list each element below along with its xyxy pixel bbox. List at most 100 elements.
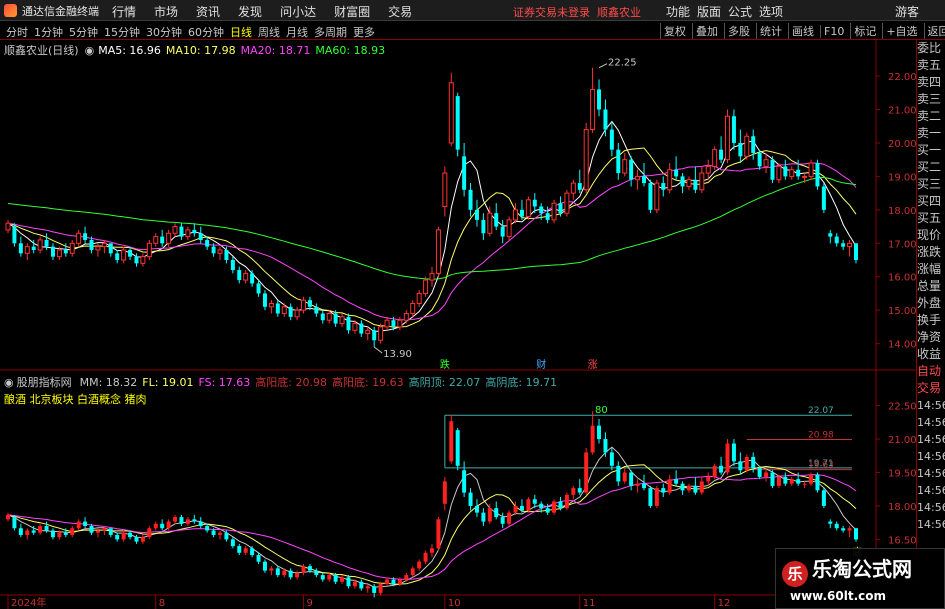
candle-body [288, 306, 293, 317]
candle-body [384, 319, 390, 328]
indicator-bar [185, 519, 190, 524]
quote-field-label: 委比 [917, 41, 942, 55]
quote-field-label: 买四 [917, 194, 942, 208]
menu-item[interactable]: 市场 [154, 5, 178, 19]
candle-body [31, 246, 36, 250]
quote-field-label: 换手 [917, 313, 942, 327]
legend-toggle-icon[interactable]: ◉ [4, 376, 14, 389]
quote-field-label: 14:56 [917, 518, 945, 531]
indicator-bar [558, 501, 563, 509]
period-tab[interactable]: 更多 [353, 26, 375, 39]
indicator-bar [834, 523, 839, 529]
indicator-bar [50, 530, 55, 538]
menu-item[interactable]: 财富圈 [334, 5, 370, 19]
candle-body [262, 293, 267, 307]
toolbar-button[interactable]: 统计 [756, 23, 785, 39]
indicator-signal: 80 [595, 405, 608, 416]
y-tick-label: 18.00 [888, 206, 916, 217]
ma-line-ma60 [7, 176, 857, 280]
period-tab[interactable]: 日线 [230, 26, 252, 39]
indicator-bar [44, 526, 49, 531]
indicator-bar [552, 501, 557, 513]
candle-body [237, 270, 242, 281]
period-tab[interactable]: 1分钟 [34, 26, 63, 39]
candle-body [76, 232, 82, 244]
candle-body [738, 142, 743, 157]
indicator-bar [815, 474, 820, 491]
toolbar-button[interactable]: +自选 [882, 23, 920, 39]
candle-body [134, 256, 139, 264]
candle-body [577, 183, 582, 190]
candle-body [89, 239, 94, 250]
candle-body [525, 199, 531, 218]
right-menu-item[interactable]: 选项 [759, 5, 783, 19]
login-notice-text[interactable]: 证券交易未登录 [513, 6, 590, 19]
candle-body [680, 176, 685, 187]
event-marker[interactable]: 跌 [440, 358, 450, 371]
toolbar-button[interactable]: 返回 [923, 23, 945, 39]
period-tab[interactable]: 5分钟 [69, 26, 98, 39]
event-marker[interactable]: 财 [536, 358, 546, 371]
period-tab[interactable]: 月线 [286, 26, 308, 39]
candle-body [462, 156, 467, 190]
candle-body [56, 249, 62, 258]
guest-user[interactable]: 游客 [895, 3, 919, 20]
candle-body [359, 323, 364, 334]
indicator-bar [847, 528, 852, 531]
candle-body [410, 302, 416, 315]
main-menu: 行情 市场 资讯 发现 问小达 财富圈 交易 [112, 3, 430, 20]
indicator-bar [468, 492, 473, 506]
period-tab[interactable]: 30分钟 [146, 26, 182, 39]
indicator-bar [430, 548, 434, 553]
candle-body [725, 115, 731, 161]
period-tab[interactable]: 60分钟 [188, 26, 224, 39]
indicator-bar [571, 488, 576, 495]
candle-body [603, 109, 608, 130]
kline-chart[interactable]: 14.00 15.00 16.00 17.00 18.00 19.00 20.00 21.00… [0, 40, 916, 609]
right-menu-item[interactable]: 版面 [697, 5, 721, 19]
toolbar-button[interactable]: 多股 [724, 23, 753, 39]
menu-item[interactable]: 发现 [238, 5, 262, 19]
toolbar-button[interactable]: 画线 [788, 23, 817, 39]
quote-field-label: 总量 [917, 279, 942, 293]
period-tab[interactable]: 15分钟 [104, 26, 140, 39]
login-notice[interactable]: 证券交易未登录 顺鑫农业 [513, 4, 641, 20]
menu-item[interactable]: 资讯 [196, 5, 220, 19]
indicator-bar [18, 528, 23, 535]
toolbar-button[interactable]: F10 [820, 25, 847, 38]
y-tick-label: 20.00 [888, 139, 916, 150]
indicator-bar [140, 537, 145, 542]
candle-body [294, 309, 300, 318]
candle-body [423, 279, 429, 294]
candle-body [205, 239, 210, 247]
legend-toggle-icon[interactable]: ◉ [85, 44, 95, 57]
app-name: 通达信金融终端 [22, 5, 99, 18]
menu-item[interactable]: 行情 [112, 5, 136, 19]
indicator-bar [828, 521, 833, 524]
indicator-bar [757, 468, 762, 477]
toolbar-button[interactable]: 标记 [850, 23, 879, 39]
period-tab[interactable]: 周线 [258, 26, 280, 39]
candle-body [24, 246, 30, 254]
quote-field-label: 涨跌 [917, 245, 942, 259]
candle-body [661, 183, 666, 190]
indicator-bar [295, 572, 300, 578]
indicator-bar [63, 532, 68, 535]
stock-link[interactable]: 顺鑫农业 [597, 6, 641, 19]
period-tab[interactable]: 分时 [6, 26, 28, 39]
indicator-bar [539, 503, 544, 509]
event-marker[interactable]: 涨 [588, 359, 598, 371]
menu-item[interactable]: 问小达 [280, 5, 316, 19]
right-menu-item[interactable]: 功能 [666, 5, 690, 19]
menu-item[interactable]: 交易 [388, 5, 412, 19]
period-tab[interactable]: 多周期 [314, 26, 347, 39]
candle-body [609, 129, 614, 150]
candle-body [224, 249, 229, 261]
right-menu-item[interactable]: 公式 [728, 5, 752, 19]
indicator-bar [526, 499, 531, 511]
toolbar-button[interactable]: 叠加 [692, 23, 721, 39]
candle-body [307, 300, 312, 307]
indicator-bar [391, 579, 396, 584]
indicator-bar [597, 425, 602, 440]
toolbar-button[interactable]: 复权 [660, 23, 689, 39]
